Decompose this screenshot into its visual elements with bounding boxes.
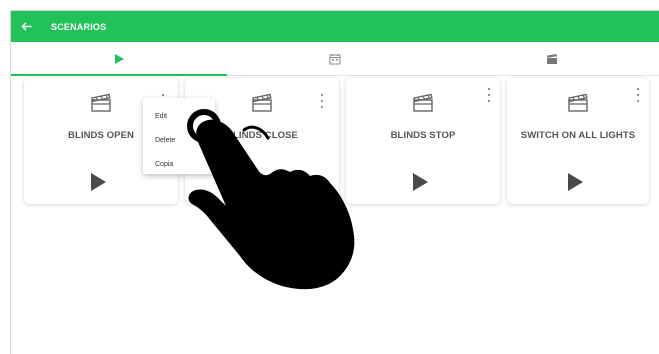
app-bar: SCENARIOS <box>11 11 659 42</box>
calendar-icon <box>329 53 341 64</box>
play-icon[interactable] <box>252 173 267 191</box>
scenario-card-switch-on-all-lights[interactable]: SWITCH ON ALL LIGHTS <box>507 78 649 204</box>
tab-bar <box>11 42 659 76</box>
context-menu: Edit Delete Copia <box>143 98 215 174</box>
scenario-grid: BLINDS OPEN BLINDS CLOSE BLINDS STOP SWI… <box>14 78 649 204</box>
menu-item-copy[interactable]: Copia <box>143 152 215 176</box>
more-options-icon[interactable] <box>635 88 641 102</box>
tab-scenes[interactable] <box>444 42 659 75</box>
play-icon <box>115 53 125 64</box>
clapperboard-icon <box>568 93 588 112</box>
tab-schedule[interactable] <box>227 42 443 75</box>
scenario-card-blinds-stop[interactable]: BLINDS STOP <box>346 78 500 204</box>
clapperboard-icon <box>252 93 272 112</box>
clapperboard-icon <box>546 53 557 64</box>
back-button[interactable] <box>11 11 41 42</box>
scenario-label: BLINDS STOP <box>390 130 456 141</box>
more-options-icon[interactable] <box>486 88 492 102</box>
more-options-icon[interactable] <box>319 94 325 108</box>
tab-scenarios-play[interactable] <box>11 42 228 76</box>
menu-item-delete[interactable]: Delete <box>143 128 215 152</box>
page-title: SCENARIOS <box>51 21 107 32</box>
clapperboard-icon <box>91 93 111 112</box>
play-icon[interactable] <box>91 173 106 191</box>
scenario-label: SWITCH ON ALL LIGHTS <box>520 130 636 141</box>
play-icon[interactable] <box>413 173 428 191</box>
clapperboard-icon <box>413 93 433 112</box>
play-icon[interactable] <box>568 173 583 191</box>
arrow-left-icon <box>21 22 32 31</box>
menu-item-edit[interactable]: Edit <box>143 104 215 128</box>
